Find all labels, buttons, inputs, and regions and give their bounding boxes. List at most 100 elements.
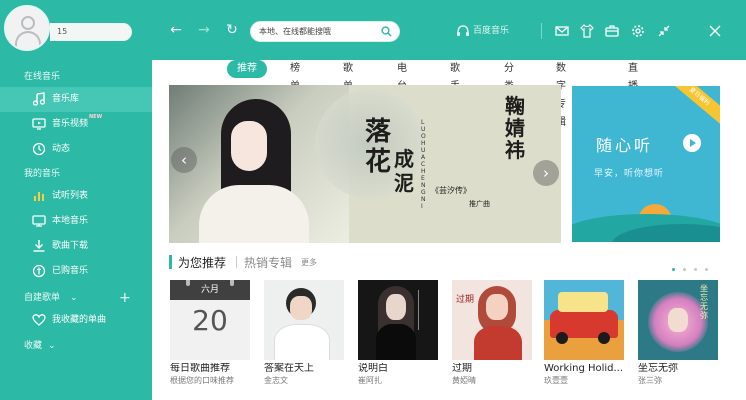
add-playlist-icon[interactable]: + (119, 288, 131, 308)
tab-live[interactable]: 直播 (628, 60, 638, 92)
briefcase-icon[interactable] (605, 24, 619, 38)
cover-figure-face (290, 296, 312, 320)
side-dot[interactable] (683, 268, 686, 271)
album-cover[interactable]: 过期 (452, 280, 532, 360)
tab-charts[interactable]: 榜单 (290, 60, 300, 92)
gear-icon[interactable] (631, 24, 645, 38)
cover-figure-face (668, 308, 688, 332)
album-cover[interactable]: 坐忘无弥 (638, 280, 718, 360)
sidebar-item-label: 音乐库 (52, 94, 80, 104)
sidebar: 15 在线音乐 音乐库 音乐视频 NEW 动态 我的音乐 试听列表 本地音乐 歌… (0, 0, 152, 400)
album-cover[interactable] (264, 280, 344, 360)
sidebar-item-favorite-songs[interactable]: 我收藏的单曲 (0, 308, 152, 333)
album-artist: 金志文 (264, 376, 288, 385)
avatar[interactable] (4, 5, 50, 51)
minimize-icon[interactable] (657, 24, 671, 38)
search-box[interactable] (250, 21, 400, 42)
cover-figures (558, 292, 608, 312)
mail-icon[interactable] (555, 24, 569, 38)
tab-categories[interactable]: 分类 (504, 60, 514, 92)
album-title[interactable]: 坐忘无弥 (638, 363, 718, 375)
sidebar-item-downloads[interactable]: 歌曲下载 (0, 234, 152, 259)
shirt-icon[interactable] (580, 24, 594, 38)
section-title-recommend[interactable]: 为您推荐 (178, 254, 226, 271)
section-favorites[interactable]: 收藏 ⌄ (0, 336, 152, 356)
music-note-icon (32, 92, 46, 106)
brand-name: 百度音乐 (473, 26, 510, 36)
album-card[interactable]: 过期 过期 黄婭晴 (452, 280, 532, 386)
user-area: 15 (0, 0, 152, 64)
banner-artist: 鞠婧祎 (505, 94, 525, 162)
tv-icon (32, 118, 46, 130)
banner-vertical-text: LUOHUACHENGNI (421, 119, 427, 210)
side-dot-active[interactable] (672, 268, 675, 271)
tab-digital-albums[interactable]: 数字专辑 (556, 60, 566, 128)
search-icon[interactable] (381, 26, 392, 37)
section-accent-bar (169, 255, 172, 269)
album-cover[interactable] (358, 280, 438, 360)
sidebar-item-music-video[interactable]: 音乐视频 NEW (0, 112, 152, 137)
side-dot[interactable] (694, 268, 697, 271)
banner-subtitle-2: 推广曲 (469, 200, 490, 208)
divider (236, 256, 237, 268)
sidebar-item-feed[interactable]: 动态 (0, 137, 152, 162)
sidebar-item-local-music[interactable]: 本地音乐 (0, 209, 152, 234)
refresh-icon[interactable]: ↻ (224, 22, 240, 38)
avatar-body-icon (15, 31, 41, 49)
banner-carousel[interactable]: 落花 成泥 鞠婧祎 LUOHUACHENGNI 《芸汐传》 推广曲 ‹ › (169, 85, 561, 243)
banner-title-1: 落花 (365, 117, 392, 177)
heart-icon (32, 314, 46, 326)
tab-recommend[interactable]: 推荐 (227, 60, 267, 78)
album-cover[interactable] (544, 280, 624, 360)
cover-figure-face (386, 294, 406, 320)
album-card[interactable]: 六月 20 每日歌曲推荐 根据您的口味推荐 (170, 280, 250, 386)
side-banner-random-listen[interactable]: 夏日福利 随心听 早安，听你想听 (572, 86, 720, 242)
album-artist: 黄婭晴 (452, 376, 476, 385)
username[interactable]: 15 (50, 23, 132, 41)
cover-figure-face (486, 294, 508, 320)
sidebar-item-trial-list[interactable]: 试听列表 (0, 184, 152, 209)
brand: 百度音乐 (456, 22, 509, 40)
next-slide-button[interactable]: › (533, 160, 559, 186)
close-icon[interactable] (708, 24, 722, 38)
section-playlists[interactable]: 自建歌单 ⌄ + (0, 288, 152, 308)
tab-radio[interactable]: 电台 (397, 60, 407, 92)
sidebar-item-label: 试听列表 (52, 191, 89, 201)
cover-figure-body (376, 324, 416, 360)
daily-recommend-cover[interactable]: 六月 20 (170, 280, 250, 360)
sidebar-item-music-library[interactable]: 音乐库 (0, 87, 152, 112)
forward-arrow-icon[interactable]: → (196, 22, 212, 38)
search-input[interactable] (259, 24, 379, 39)
sidebar-item-label: 歌曲下载 (52, 241, 89, 251)
more-link[interactable]: 更多 (301, 257, 317, 268)
cover-figure-body (274, 324, 330, 360)
tab-playlists[interactable]: 歌单 (343, 60, 353, 92)
section-my-music-label: 我的音乐 (24, 169, 61, 179)
sidebar-item-label: 音乐视频 (52, 119, 89, 129)
side-dot[interactable] (705, 268, 708, 271)
album-artist: 根据您的口味推荐 (170, 376, 234, 385)
back-arrow-icon[interactable]: ← (168, 22, 184, 38)
album-card[interactable]: 坐忘无弥 坐忘无弥 张三弥 (638, 280, 718, 386)
album-card[interactable]: 说明白 崔阿扎 (358, 280, 438, 386)
prev-slide-button[interactable]: ‹ (171, 147, 197, 173)
cover-title-text: 过期 (456, 295, 475, 305)
compass-icon (32, 142, 46, 156)
divider (541, 23, 542, 39)
coin-icon (32, 264, 46, 278)
bars-icon (34, 192, 44, 201)
play-icon[interactable] (683, 134, 701, 152)
album-card[interactable]: Working Holid... 玖壹壹 (544, 280, 624, 386)
album-title[interactable]: Working Holid... (544, 363, 624, 375)
album-title[interactable]: 每日歌曲推荐 (170, 363, 250, 375)
avatar-head-icon (21, 16, 35, 30)
sidebar-item-purchased[interactable]: 已购音乐 (0, 259, 152, 284)
calendar-ring (186, 280, 190, 286)
calendar-month: 六月 (170, 280, 250, 300)
album-title[interactable]: 答案在天上 (264, 363, 344, 375)
album-title[interactable]: 过期 (452, 363, 532, 375)
section-title-hot-albums[interactable]: 热销专辑 (244, 254, 292, 271)
tab-singers[interactable]: 歌手 (450, 60, 460, 92)
album-card[interactable]: 答案在天上 金志文 (264, 280, 344, 386)
album-title[interactable]: 说明白 (358, 363, 438, 375)
